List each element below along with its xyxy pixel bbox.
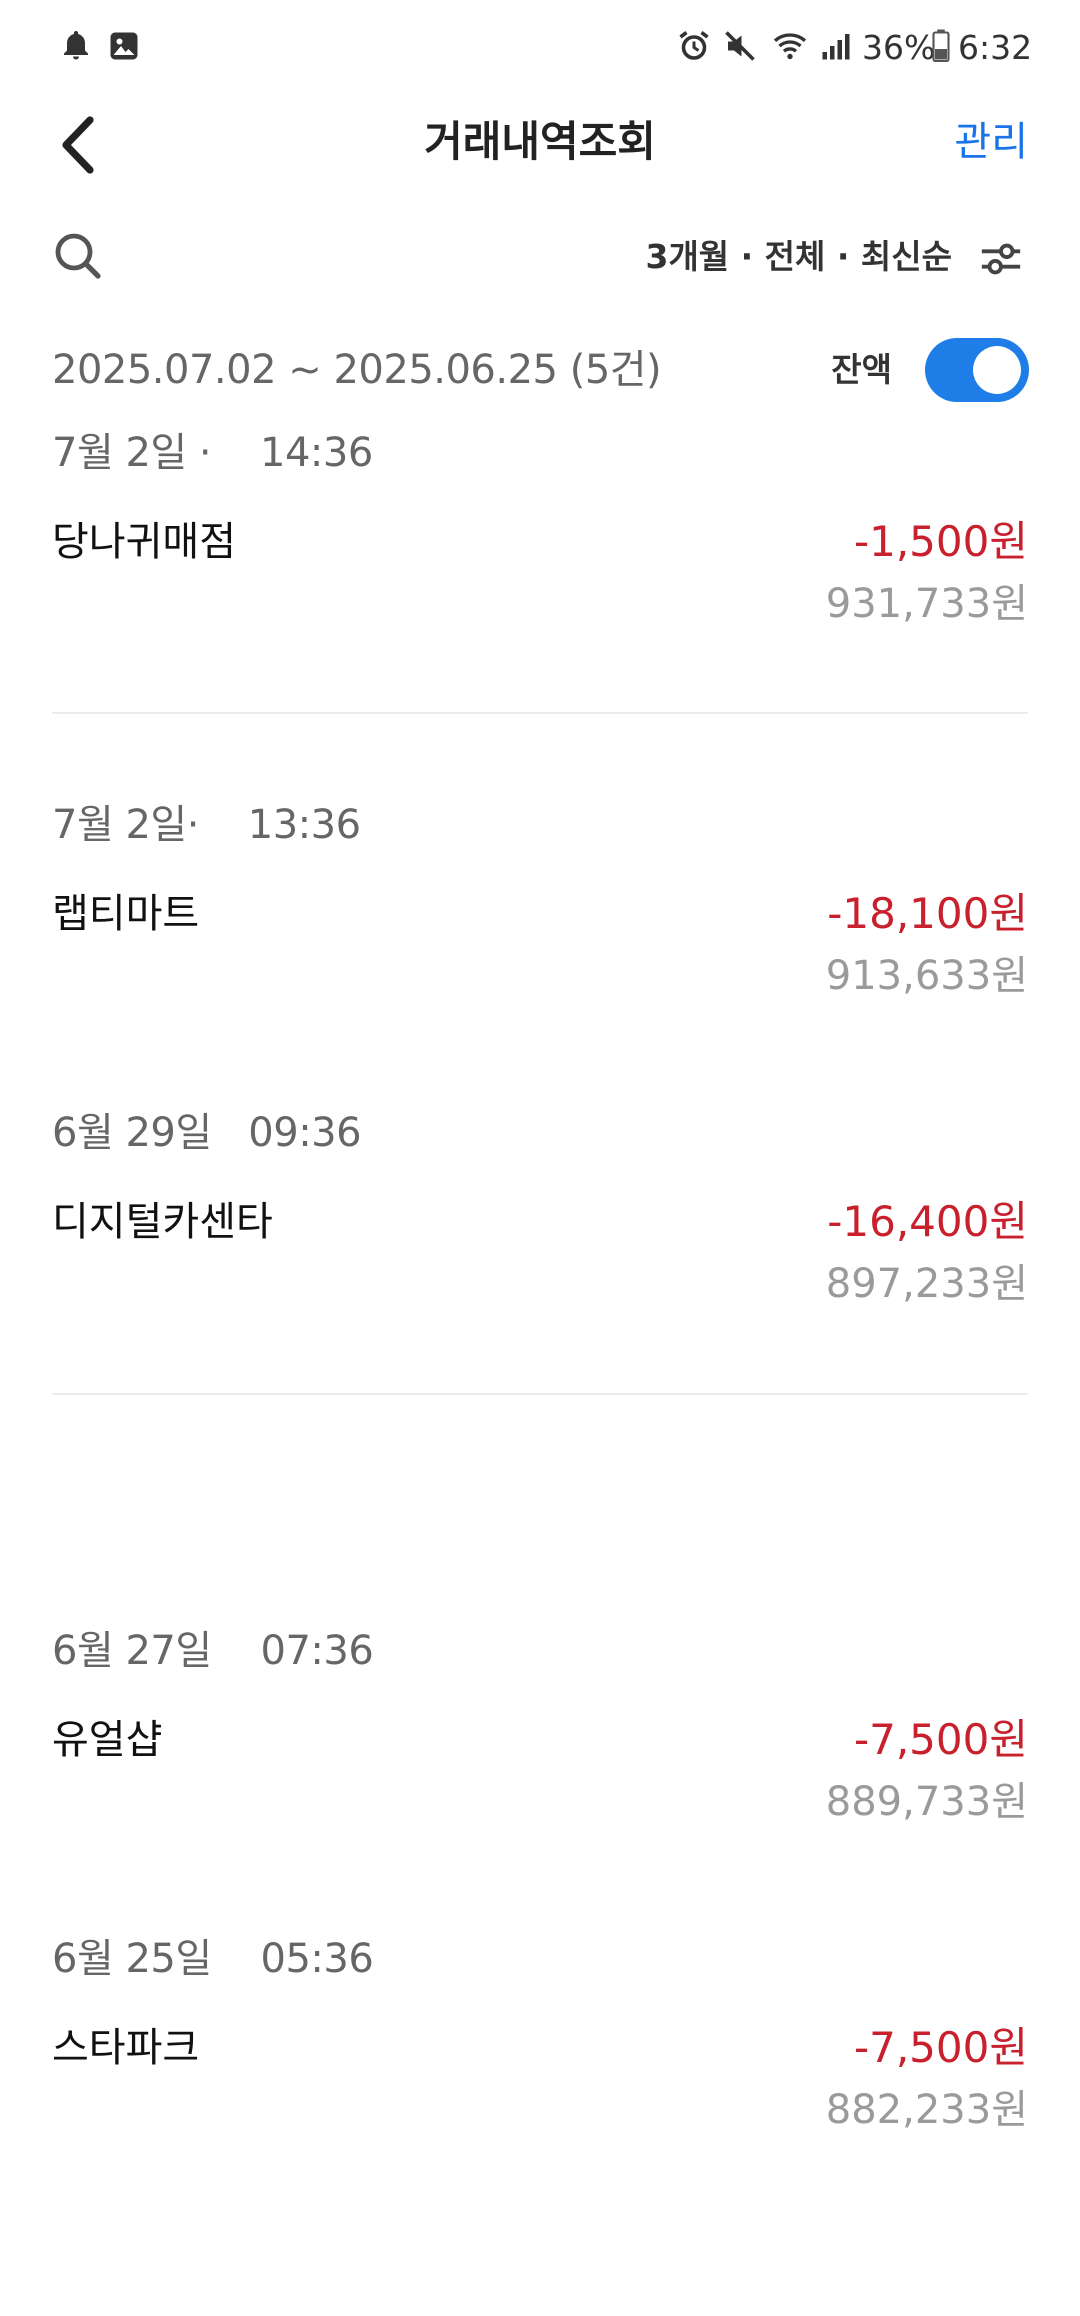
transaction-balance: 897,233원 xyxy=(825,1261,1028,1307)
page-title: 거래내역조회 xyxy=(424,117,656,166)
filter-summary[interactable]: 3개월 · 전체 · 최신순 xyxy=(645,232,952,282)
date-range: 2025.07.02 ~ 2025.06.25 (5건) xyxy=(52,347,662,393)
filter-sliders-icon[interactable] xyxy=(978,236,1024,282)
mute-icon xyxy=(725,31,755,61)
transaction-amount: -7,500원 xyxy=(853,1715,1028,1764)
transaction-merchant[interactable]: 디지털카센타 xyxy=(52,1192,273,1252)
balance-toggle[interactable] xyxy=(925,338,1029,402)
transaction-amount: -18,100원 xyxy=(827,889,1028,938)
transaction-amount: -1,500원 xyxy=(853,517,1028,566)
transaction-merchant[interactable]: 유얼샵 xyxy=(52,1710,162,1770)
transaction-merchant[interactable]: 스타파크 xyxy=(52,2018,199,2078)
transaction-balance: 913,633원 xyxy=(825,953,1028,999)
manage-button[interactable]: 관리 xyxy=(954,112,1028,172)
transaction-merchant[interactable]: 당나귀매점 xyxy=(52,512,236,572)
bell-icon xyxy=(64,31,88,60)
transaction-balance: 889,733원 xyxy=(825,1779,1028,1825)
transaction-balance: 931,733원 xyxy=(825,581,1028,627)
battery-percent: 36% xyxy=(862,28,936,67)
transaction-balance: 882,233원 xyxy=(825,2087,1028,2133)
wifi-icon xyxy=(773,33,807,60)
battery-icon xyxy=(932,29,950,63)
clock: 6:32 xyxy=(958,28,1033,67)
status-bar: 36% 6:32 xyxy=(0,0,1080,96)
divider xyxy=(52,712,1028,714)
transaction-date: 7월 2일· 13:36 xyxy=(52,802,361,848)
toggle-knob xyxy=(973,346,1021,394)
gallery-icon xyxy=(110,32,138,60)
transaction-date: 6월 25일 05:36 xyxy=(52,1936,374,1982)
transaction-amount: -16,400원 xyxy=(827,1197,1028,1246)
transaction-merchant[interactable]: 랩티마트 xyxy=(52,884,199,944)
balance-toggle-label: 잔액 xyxy=(831,350,892,389)
divider xyxy=(52,1393,1028,1395)
transaction-date: 7월 2일 · 14:36 xyxy=(52,430,373,476)
alarm-icon xyxy=(679,31,709,60)
transaction-amount: -7,500원 xyxy=(853,2023,1028,2072)
signal-icon xyxy=(822,34,850,60)
transaction-date: 6월 27일 07:36 xyxy=(52,1628,374,1674)
search-icon[interactable] xyxy=(52,230,104,282)
transaction-date: 6월 29일 09:36 xyxy=(52,1110,362,1156)
